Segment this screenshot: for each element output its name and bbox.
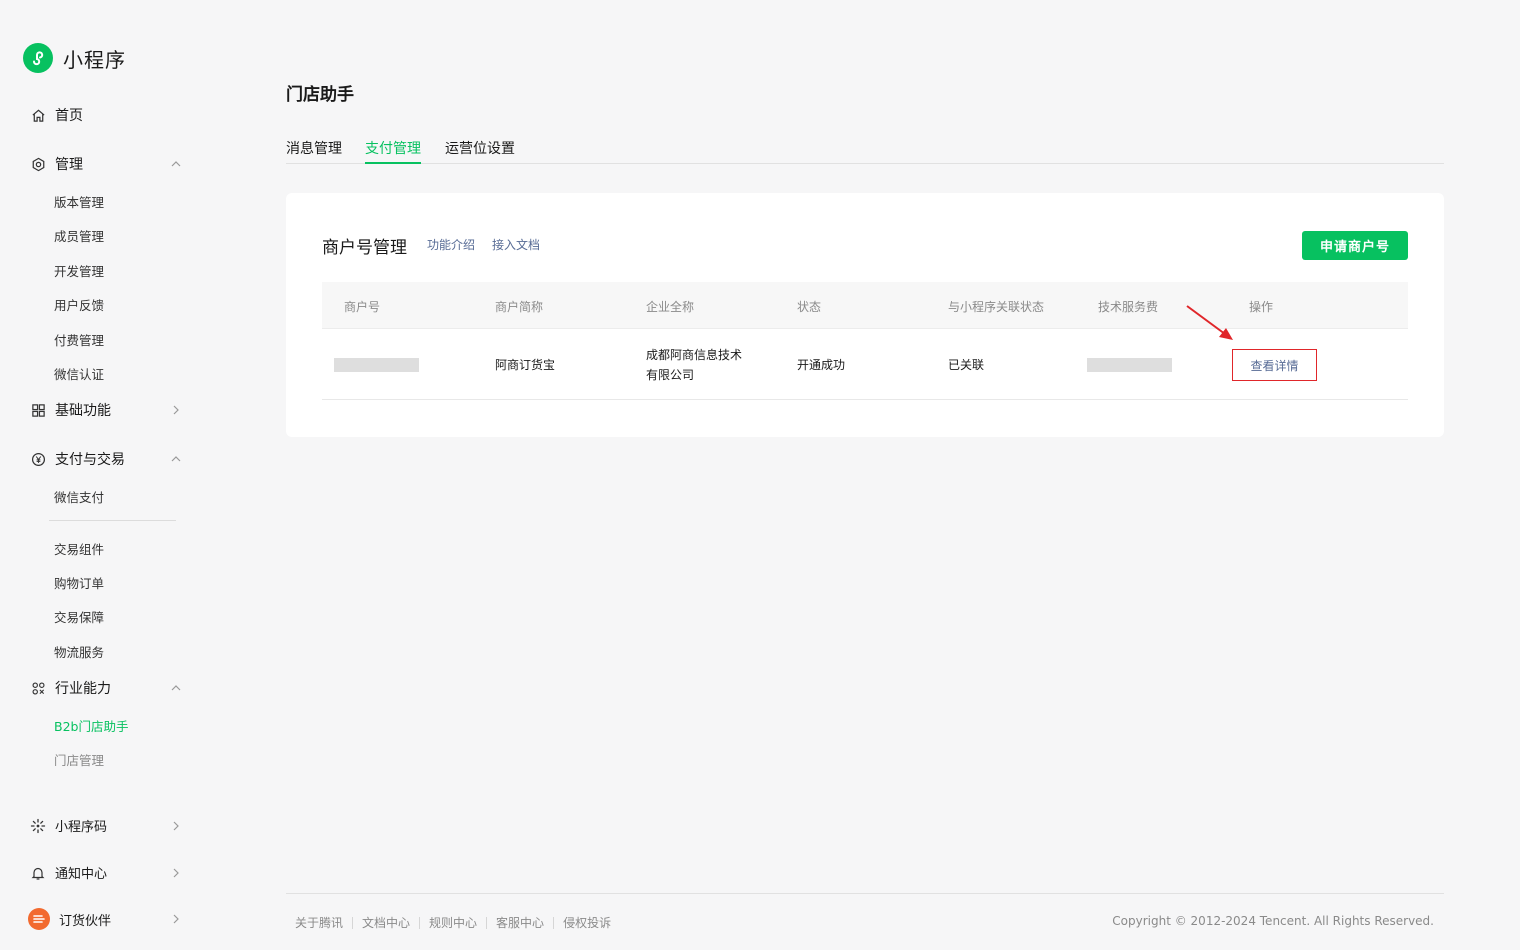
footer-link-support[interactable]: 客服中心: [496, 914, 544, 931]
page-title: 门店助手: [286, 85, 354, 105]
home-icon: [30, 107, 46, 123]
footer-separator: [553, 916, 555, 929]
nav-logistics-service[interactable]: 物流服务: [54, 642, 104, 661]
chevron-right-icon: [173, 405, 179, 415]
nav-billing-management[interactable]: 付费管理: [54, 330, 104, 349]
footer-link-about[interactable]: 关于腾讯: [295, 914, 343, 931]
nav-payment-trade[interactable]: 支付与交易: [30, 449, 182, 469]
nav-divider: [49, 520, 176, 521]
settings-icon: [30, 156, 46, 172]
copyright-text: Copyright © 2012-2024 Tencent. All Right…: [1112, 914, 1434, 928]
chevron-right-icon: [173, 868, 179, 877]
col-action: 操作: [1249, 300, 1274, 314]
app-logo[interactable]: 小程序: [23, 43, 126, 73]
yuan-circle-icon: [30, 451, 46, 467]
miniprogram-logo-icon: [23, 43, 53, 73]
footer-link-rules[interactable]: 规则中心: [429, 914, 477, 931]
cell-short-name: 阿商订货宝: [495, 358, 556, 372]
sidebar: 小程序 首页 管理 版本管理 成员管理 开发管理 用户反馈 付费管理 微信认证 …: [0, 0, 200, 950]
nav-shopping-orders[interactable]: 购物订单: [54, 573, 104, 592]
nav-wechat-verification[interactable]: 微信认证: [54, 364, 104, 383]
chevron-right-icon: [173, 821, 179, 830]
cell-status: 开通成功: [797, 358, 846, 372]
col-full-name: 企业全称: [646, 300, 695, 314]
cell-full-name-line1: 成都阿商信息技术: [646, 348, 743, 362]
nav-order-partner[interactable]: 订货伙伴: [28, 908, 182, 930]
footer-link-complaint[interactable]: 侵权投诉: [563, 914, 611, 931]
cell-link-status: 已关联: [948, 358, 985, 372]
nav-version-management[interactable]: 版本管理: [54, 192, 104, 211]
feature-intro-link[interactable]: 功能介绍: [427, 236, 475, 253]
nav-trade-guarantee[interactable]: 交易保障: [54, 607, 104, 626]
service-fee-redacted: [1087, 358, 1172, 372]
nav-qrcode-label: 小程序码: [55, 820, 108, 835]
nav-dev-management[interactable]: 开发管理: [54, 261, 104, 280]
grid-icon: [30, 402, 46, 418]
tab-message-management[interactable]: 消息管理: [286, 138, 342, 164]
red-arrow-annotation-icon: [1186, 305, 1233, 340]
footer-divider: [286, 893, 1444, 894]
app-name: 小程序: [63, 47, 126, 72]
nav-trade-component[interactable]: 交易组件: [54, 539, 104, 558]
col-merchant-id: 商户号: [344, 300, 381, 314]
nav-payment-trade-label: 支付与交易: [55, 452, 125, 468]
footer-separator: [352, 916, 354, 929]
nav-order-partner-label: 订货伙伴: [59, 913, 112, 929]
tab-operation-settings[interactable]: 运营位设置: [445, 138, 515, 164]
col-service-fee: 技术服务费: [1098, 300, 1159, 314]
footer-links: 关于腾讯 文档中心 规则中心 客服中心 侵权投诉: [295, 914, 611, 931]
merchant-card: 商户号管理 功能介绍 接入文档 申请商户号 商户号 商户简称 企业全称 状态 与…: [286, 193, 1444, 437]
integration-docs-link[interactable]: 接入文档: [492, 236, 540, 253]
nav-user-feedback[interactable]: 用户反馈: [54, 295, 104, 314]
merchant-table-header: 商户号 商户简称 企业全称 状态 与小程序关联状态 技术服务费 操作: [322, 282, 1408, 329]
footer-separator: [486, 916, 488, 929]
nav-home[interactable]: 首页: [30, 105, 182, 125]
table-row: 阿商订货宝 成都阿商信息技术 有限公司 开通成功 已关联 查看详情: [322, 330, 1408, 400]
nav-notification-center[interactable]: 通知中心: [30, 863, 182, 882]
nav-manage[interactable]: 管理: [30, 154, 182, 174]
merchant-card-title: 商户号管理: [322, 238, 407, 258]
nav-basic-functions[interactable]: 基础功能: [30, 400, 182, 420]
partner-app-icon: [28, 908, 50, 930]
nav-qrcode[interactable]: 小程序码: [30, 816, 182, 835]
col-status: 状态: [797, 300, 822, 314]
footer-separator: [419, 916, 421, 929]
nav-notification-label: 通知中心: [55, 867, 108, 882]
bell-icon: [30, 865, 46, 881]
nav-wechat-pay[interactable]: 微信支付: [54, 487, 104, 506]
tab-payment-management[interactable]: 支付管理: [365, 138, 421, 164]
footer-link-docs[interactable]: 文档中心: [362, 914, 410, 931]
chevron-up-icon: [171, 161, 181, 167]
col-link-status: 与小程序关联状态: [948, 300, 1045, 314]
chevron-right-icon: [173, 914, 179, 924]
nav-industry-label: 行业能力: [55, 681, 111, 697]
nav-basic-functions-label: 基础功能: [55, 403, 111, 419]
view-details-button[interactable]: 查看详情: [1232, 349, 1317, 381]
tab-bar: 消息管理 支付管理 运营位设置: [286, 138, 1444, 164]
chevron-up-icon: [171, 685, 181, 691]
nav-store-management[interactable]: 门店管理: [54, 750, 104, 769]
industry-icon: [30, 680, 46, 696]
nav-member-management[interactable]: 成员管理: [54, 226, 104, 245]
nav-industry[interactable]: 行业能力: [30, 678, 182, 698]
nav-home-label: 首页: [55, 108, 83, 124]
cell-full-name-line2: 有限公司: [646, 368, 695, 382]
cell-full-name: 成都阿商信息技术 有限公司: [646, 345, 742, 385]
sun-code-icon: [30, 818, 46, 834]
nav-b2b-store-assistant[interactable]: B2b门店助手: [54, 716, 128, 735]
col-short-name: 商户简称: [495, 300, 544, 314]
chevron-up-icon: [171, 456, 181, 462]
merchant-id-redacted: [334, 358, 419, 372]
nav-manage-label: 管理: [55, 157, 83, 173]
apply-merchant-button[interactable]: 申请商户号: [1302, 231, 1408, 260]
